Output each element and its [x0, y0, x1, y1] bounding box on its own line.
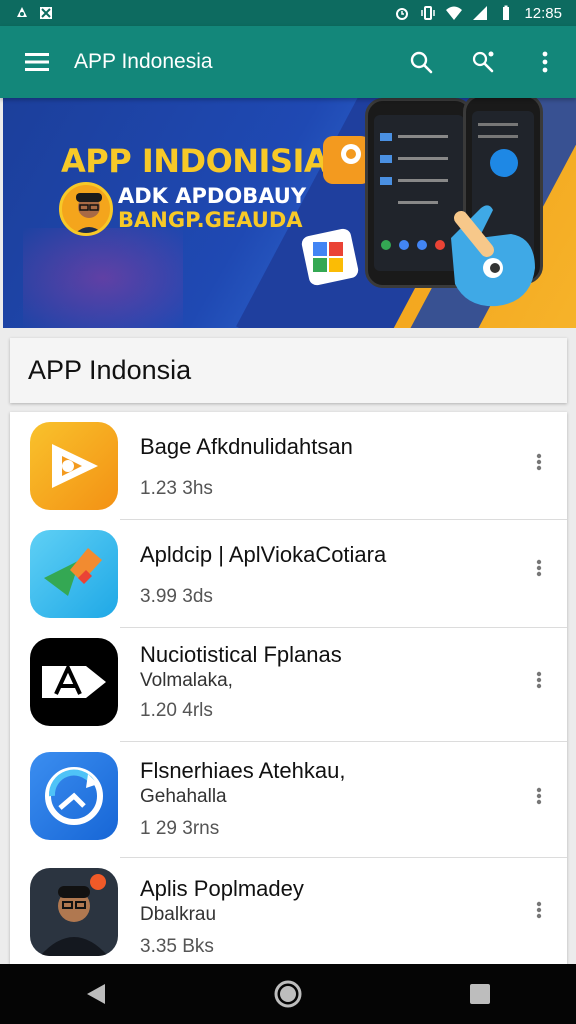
- app-bar-title: APP Indonesia: [74, 50, 213, 73]
- sync-icon: [17, 7, 27, 17]
- app-name: Apldcip | AplViokaCotiara: [140, 542, 387, 567]
- status-bar: 12:85: [0, 0, 576, 26]
- system-nav-bar: [0, 964, 576, 1024]
- colorful-arrow-icon: [30, 530, 118, 618]
- list-item[interactable]: Bage Afkdnulidahtsan 1.23 3hs: [10, 412, 567, 520]
- back-icon: [87, 984, 105, 1004]
- more-vert-icon: [536, 559, 542, 577]
- app-name: Flsnerhiaes Atehkau,: [140, 758, 346, 783]
- banner-title: APP INDONISIA: [61, 142, 329, 180]
- item-more-button[interactable]: [525, 890, 553, 930]
- signal-icon: [473, 6, 488, 20]
- promo-banner[interactable]: APP INDONISIA ADK APDOBAUY BANGP.GEAUDA: [3, 98, 576, 328]
- item-more-button[interactable]: [525, 442, 553, 482]
- app-meta: 3.35 Bks: [140, 936, 214, 957]
- app-name: Bage Afkdnulidahtsan: [140, 434, 353, 459]
- hand-pointer-icon: [451, 205, 535, 307]
- more-vert-icon: [536, 787, 542, 805]
- more-options-button[interactable]: [514, 26, 576, 98]
- wifi-icon: [446, 6, 463, 20]
- list-item[interactable]: Aplis Poplmadey Dbalkrau 3.35 Bks: [10, 858, 567, 964]
- letter-a-icon: [30, 638, 118, 726]
- list-item[interactable]: Flsnerhiaes Atehkau, Gehahalla 1 29 3rns: [10, 742, 567, 858]
- item-more-button[interactable]: [525, 660, 553, 700]
- photo-icon: [40, 7, 52, 19]
- list-item[interactable]: Apldcip | AplViokaCotiara 3.99 3ds: [10, 520, 567, 628]
- list-item[interactable]: Nuciotistical Fplanas Volmalaka, 1.20 4r…: [10, 628, 567, 742]
- google-tile-icon: [301, 228, 359, 286]
- app-subtitle: Gehahalla: [140, 786, 227, 807]
- app-list: Bage Afkdnulidahtsan 1.23 3hs Apldcip | …: [10, 412, 567, 964]
- app-meta: 1.23 3hs: [140, 478, 213, 499]
- more-vert-icon: [536, 671, 542, 689]
- banner-subtitle-2: BANGP.GEAUDA: [118, 208, 303, 232]
- alarm-icon: [396, 8, 409, 20]
- hamburger-menu-icon: [25, 53, 49, 71]
- app-name: Aplis Poplmadey: [140, 876, 304, 901]
- more-vert-icon: [536, 901, 542, 919]
- section-title: APP Indonsia: [10, 338, 567, 403]
- search-button[interactable]: [390, 26, 452, 98]
- recents-icon: [470, 984, 490, 1004]
- app-meta: 1 29 3rns: [140, 818, 220, 839]
- more-vert-icon: [542, 51, 548, 73]
- app-meta: 3.99 3ds: [140, 586, 213, 607]
- back-button[interactable]: [66, 964, 126, 1024]
- home-button[interactable]: [258, 964, 318, 1024]
- menu-button[interactable]: [0, 26, 74, 98]
- item-more-button[interactable]: [525, 548, 553, 588]
- app-bar: APP Indonesia: [0, 26, 576, 98]
- share-icon: [472, 51, 494, 73]
- vibrate-icon: [421, 6, 436, 20]
- app-subtitle: Dbalkrau: [140, 904, 217, 925]
- home-icon: [274, 980, 302, 1008]
- banner-glow: [23, 228, 183, 328]
- search-icon: [410, 51, 433, 74]
- refresh-circle-icon: [30, 752, 118, 840]
- more-vert-icon: [536, 453, 542, 471]
- app-subtitle: Volmalaka,: [140, 670, 233, 691]
- app-meta: 1.20 4rls: [140, 700, 213, 721]
- app-name: Nuciotistical Fplanas: [140, 642, 342, 667]
- status-time: 12:85: [524, 4, 562, 22]
- share-button[interactable]: [452, 26, 514, 98]
- banner-avatar: [59, 182, 113, 236]
- banner-subtitle-1: ADK APDOBAUY: [118, 184, 307, 208]
- recents-button[interactable]: [450, 964, 510, 1024]
- item-more-button[interactable]: [525, 776, 553, 816]
- battery-icon: [503, 5, 510, 20]
- person-photo-icon: [30, 868, 118, 956]
- orange-play-icon: [30, 422, 118, 510]
